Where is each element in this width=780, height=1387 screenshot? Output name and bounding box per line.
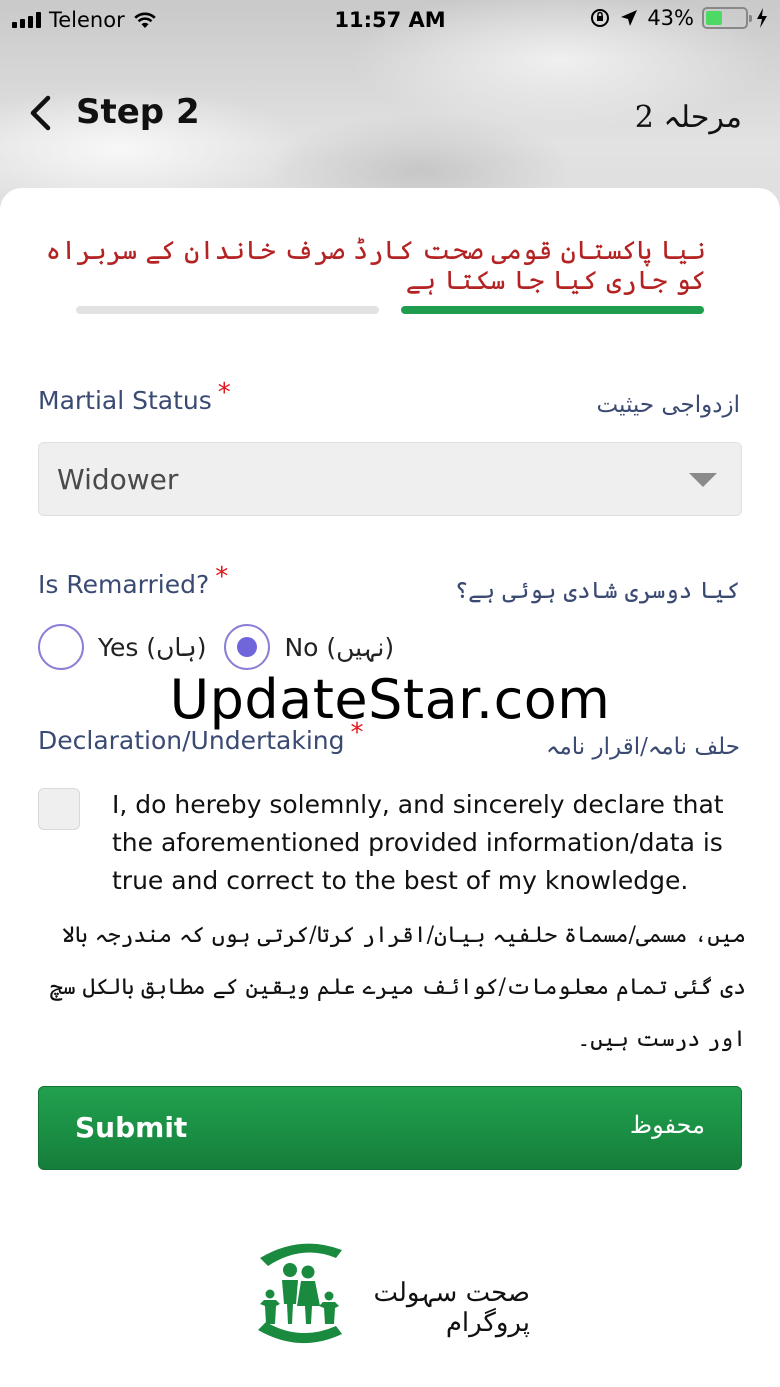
logo-text: صحت سہولت پروگرام — [373, 1278, 530, 1338]
orientation-lock-icon — [591, 9, 610, 27]
form-card: نیا پاکستان قومی صحت کارڈ صرف خاندان کے … — [0, 188, 780, 1387]
battery-percent: 43% — [647, 6, 694, 30]
charging-icon — [757, 8, 767, 28]
declaration-label-urdu: حلف نامہ/اقرار نامہ — [546, 734, 740, 760]
submit-label: Submit — [75, 1111, 188, 1144]
required-mark: * — [215, 562, 229, 592]
remarried-label-urdu: کیا دوسری شادی ہوئی ہے؟ — [454, 578, 740, 604]
declaration-text: I, do hereby solemnly, and sincerely dec… — [112, 790, 724, 895]
progress-step-1 — [401, 306, 704, 314]
status-right: 43% — [589, 6, 768, 30]
radio-no[interactable] — [224, 624, 271, 670]
required-mark: * — [350, 718, 364, 748]
page-title: Step 2 — [76, 92, 200, 132]
watermark: UpdateStar.com — [169, 668, 611, 731]
marital-status-label-urdu: ازدواجی حیثیت — [596, 392, 740, 418]
page-title-urdu: مرحلہ 2 — [634, 100, 742, 135]
caret-down-icon — [689, 473, 717, 487]
marital-status-label: Martial Status * — [38, 378, 231, 416]
submit-button[interactable]: Submit محفوظ — [38, 1086, 742, 1170]
remarried-label: Is Remarried? * — [38, 562, 228, 600]
eligibility-notice: نیا پاکستان قومی صحت کارڈ صرف خاندان کے … — [45, 236, 706, 296]
declaration-checkbox[interactable] — [38, 788, 80, 830]
marital-status-label-text: Martial Status — [38, 386, 212, 415]
submit-label-urdu: محفوظ — [629, 1111, 705, 1139]
chevron-left-icon[interactable] — [26, 95, 56, 131]
battery-level — [706, 11, 723, 25]
status-bar: Telenor 11:57 AM 43% — [0, 0, 780, 40]
radio-no-label: No (نہیں) — [284, 632, 395, 662]
remarried-label-text: Is Remarried? — [38, 570, 210, 599]
declaration-text-urdu: میں، مسمی/مسماۃ حلفیہ بیان/اقرار کرتا/کر… — [49, 923, 746, 1052]
battery-icon — [702, 7, 752, 29]
remarried-radio-group: Yes (ہاں) No (نہیں) — [38, 624, 394, 670]
progress-step-2 — [76, 306, 379, 314]
marital-status-value: Widower — [57, 463, 179, 496]
radio-yes-label: Yes (ہاں) — [98, 632, 207, 662]
required-mark: * — [217, 378, 231, 408]
declaration-label: Declaration/Undertaking * — [38, 718, 363, 756]
sehat-sahulat-logo — [258, 1243, 342, 1344]
radio-yes[interactable] — [38, 624, 84, 670]
marital-status-select[interactable]: Widower — [38, 442, 742, 516]
location-icon — [621, 10, 638, 26]
declaration-label-text: Declaration/Undertaking — [38, 726, 345, 755]
